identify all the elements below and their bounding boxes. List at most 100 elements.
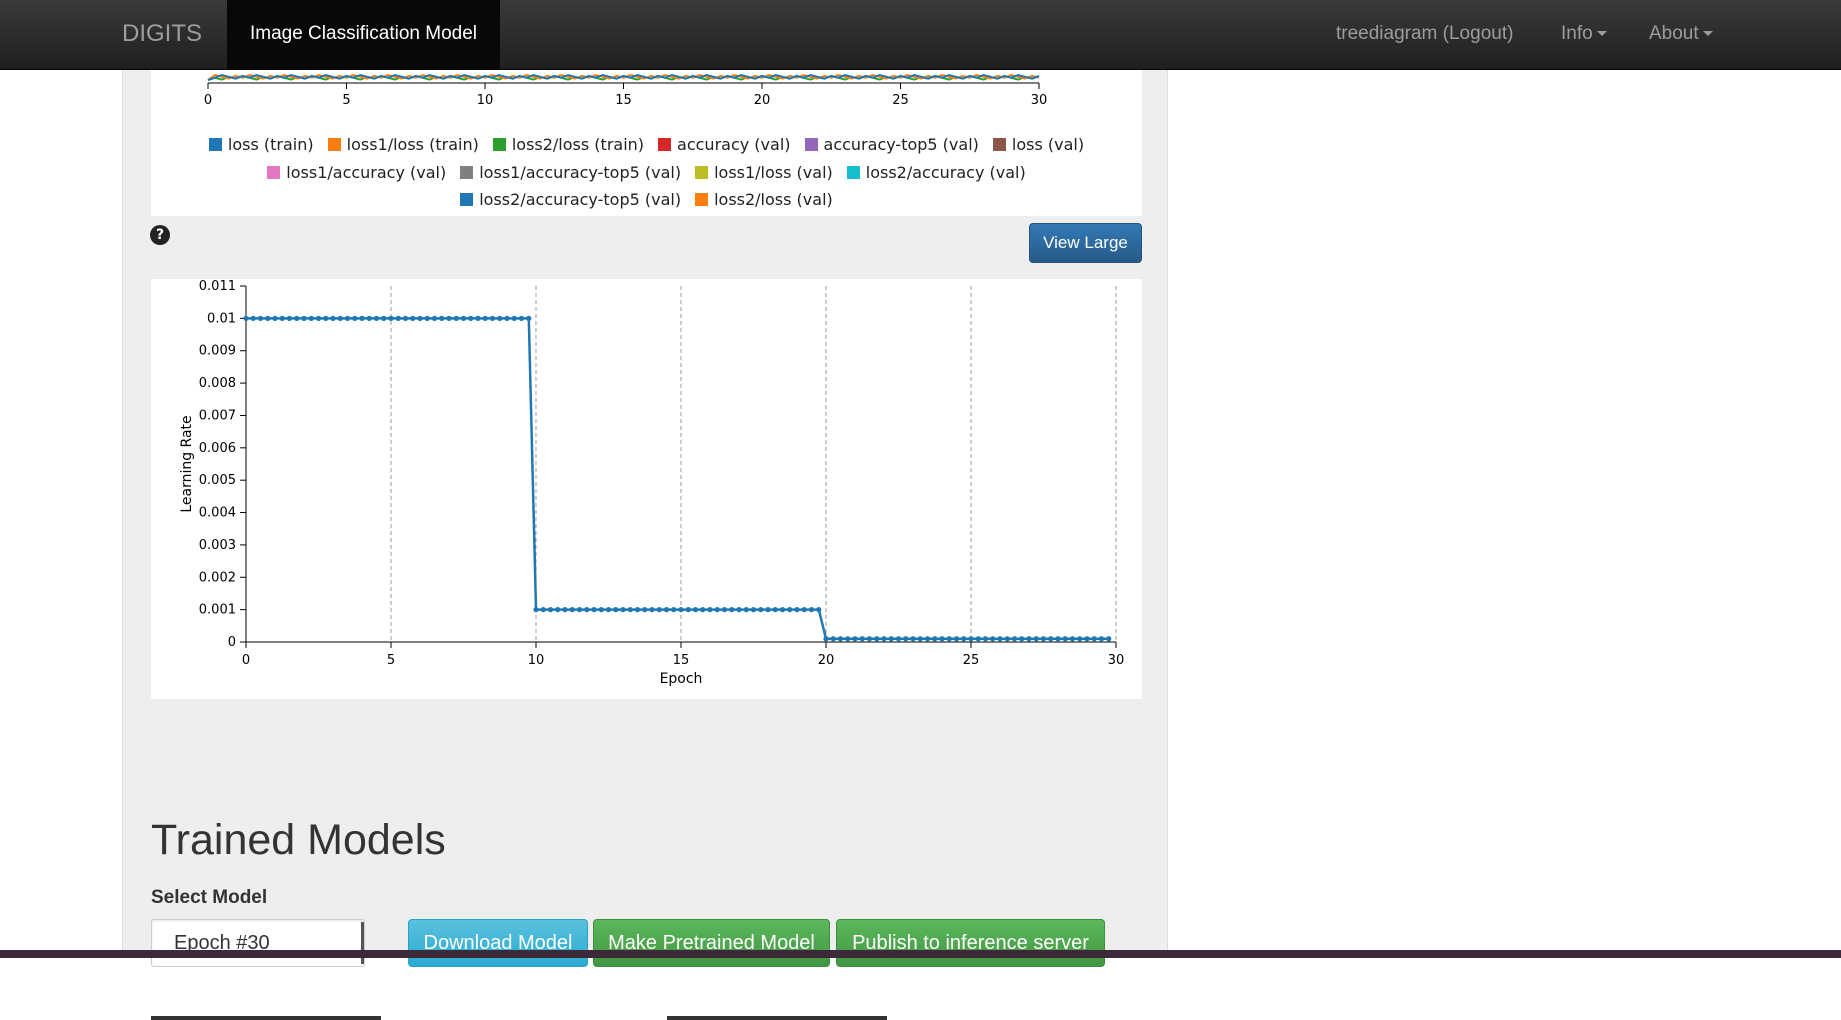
data-point: [779, 607, 786, 613]
legend-label: loss2/loss (train): [511, 135, 645, 154]
data-point: [439, 315, 445, 321]
legend-item[interactable]: loss1/accuracy-top5 (val): [460, 163, 681, 182]
data-point: [460, 315, 467, 321]
data-point: [388, 315, 394, 321]
data-point: [700, 607, 706, 613]
data-point: [569, 607, 575, 613]
learning-rate-chart-svg: 0 0.001 0.002 0.003 0.004 0.005 0.006 0.007 0.00…: [179, 279, 1124, 687]
learning-rate-line: [246, 317, 1109, 641]
data-point: [1106, 636, 1112, 642]
data-point: [685, 607, 691, 613]
x-tick-label: 15: [615, 93, 632, 108]
x-tick-label: 25: [892, 93, 909, 108]
data-point: [1048, 636, 1054, 642]
logout-link[interactable]: treediagram (Logout): [1336, 0, 1513, 70]
tab-image-classification-model[interactable]: Image Classification Model: [227, 0, 500, 70]
data-point: [453, 315, 459, 321]
data-point: [990, 636, 996, 642]
legend-item[interactable]: accuracy-top5 (val): [804, 135, 979, 154]
y-tick-label: 0.003: [199, 538, 236, 553]
legend-label: loss (train): [227, 135, 314, 154]
data-point: [257, 315, 264, 321]
legend-label: loss1/loss (train): [346, 135, 479, 154]
learning-rate-points: [243, 315, 1112, 642]
help-icon[interactable]: ?: [150, 225, 170, 245]
publish-inference-server-button[interactable]: Publish to inference server: [836, 919, 1105, 967]
data-point: [424, 315, 430, 321]
loss-chart-axis: 0 5 10 15 20 25 30: [204, 73, 1047, 108]
about-menu[interactable]: About: [1649, 0, 1713, 70]
make-pretrained-model-button[interactable]: Make Pretrained Model: [593, 919, 830, 967]
data-point: [272, 315, 278, 321]
legend-item[interactable]: loss2/loss (val): [695, 190, 833, 209]
data-point: [526, 315, 532, 321]
data-point: [837, 636, 844, 642]
legend-item[interactable]: loss1/loss (val): [695, 163, 833, 182]
data-point: [547, 607, 554, 613]
legend-row: loss (train) loss1/loss (train) loss2/loss…: [151, 135, 1142, 154]
data-point: [381, 315, 387, 321]
trained-models-title: Trained Models: [151, 816, 446, 864]
legend-item[interactable]: loss2/loss (train): [492, 135, 645, 154]
legend-swatch: [492, 138, 506, 151]
chevron-down-icon: [1596, 31, 1607, 37]
data-point: [678, 607, 684, 613]
data-point: [859, 636, 865, 642]
info-menu-label: Info: [1561, 23, 1593, 44]
data-point: [845, 636, 851, 642]
data-point: [359, 315, 365, 321]
y-tick-label: 0.01: [207, 311, 236, 326]
data-point: [243, 315, 249, 321]
data-point: [968, 636, 974, 642]
legend-swatch: [695, 166, 709, 179]
data-point: [533, 607, 539, 613]
x-tick-label: 15: [673, 653, 690, 668]
legend-label: loss2/accuracy-top5 (val): [479, 190, 682, 209]
x-tick-label: 0: [204, 93, 212, 108]
x-tick-label: 20: [818, 653, 835, 668]
legend-item[interactable]: loss1/accuracy (val): [267, 163, 446, 182]
legend-item[interactable]: loss (val): [992, 135, 1084, 154]
data-point: [279, 315, 285, 321]
legend-swatch: [208, 138, 222, 151]
data-point: [301, 315, 307, 321]
data-point: [482, 315, 488, 321]
data-point: [692, 607, 699, 613]
data-point: [939, 636, 945, 642]
y-tick-label: 0.008: [199, 376, 236, 391]
data-point: [830, 636, 836, 642]
brand-link[interactable]: DIGITS: [122, 0, 202, 70]
data-point: [431, 315, 438, 321]
download-model-button[interactable]: Download Model: [408, 919, 588, 967]
legend-item[interactable]: accuracy (val): [658, 135, 791, 154]
data-point: [852, 636, 858, 642]
x-tick-label: 10: [528, 653, 545, 668]
data-point: [366, 315, 372, 321]
data-point: [540, 607, 546, 613]
data-point: [250, 315, 256, 321]
legend-swatch: [460, 193, 474, 206]
data-point: [598, 607, 604, 613]
data-point: [794, 607, 800, 613]
chevron-down-icon: [1702, 31, 1713, 37]
data-point: [750, 607, 757, 613]
bottom-border: [0, 950, 1841, 958]
y-tick-label: 0: [228, 635, 236, 650]
data-point: [1084, 636, 1090, 642]
main-container: 0 5 10 15 20 25 30 loss (train) loss1/loss (tra…: [122, 70, 1168, 1020]
legend-item[interactable]: loss2/accuracy (val): [846, 163, 1026, 182]
data-point: [671, 607, 677, 613]
x-tick-label: 5: [342, 93, 350, 108]
view-large-button[interactable]: View Large: [1029, 223, 1142, 263]
data-point: [866, 636, 873, 642]
legend-item[interactable]: loss1/loss (train): [327, 135, 479, 154]
info-menu[interactable]: Info: [1561, 0, 1607, 70]
model-select[interactable]: Epoch #30: [151, 919, 365, 967]
x-tick-label: 20: [754, 93, 771, 108]
legend-item[interactable]: loss2/accuracy-top5 (val): [460, 190, 681, 209]
data-point: [410, 315, 416, 321]
legend-item[interactable]: loss (train): [208, 135, 314, 154]
data-point: [446, 315, 452, 321]
legend-row: loss2/accuracy-top5 (val) loss2/loss (val…: [151, 190, 1142, 209]
data-point: [707, 607, 713, 613]
